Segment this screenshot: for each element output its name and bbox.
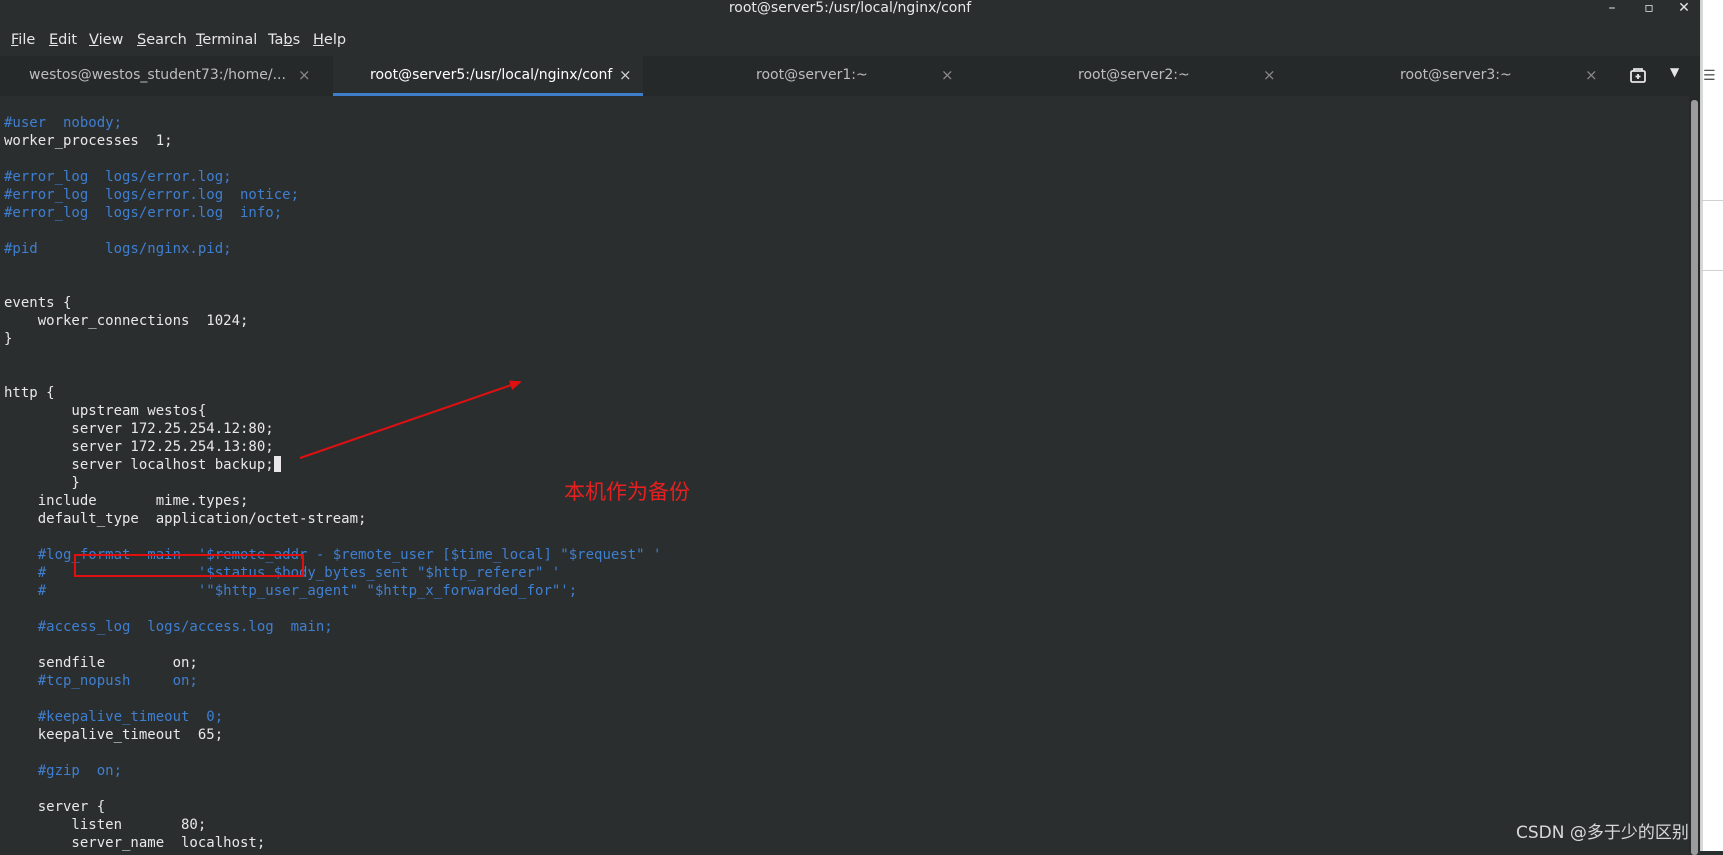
tab-label: root@server2:~ — [1078, 67, 1190, 83]
menu-search[interactable]: Search — [137, 32, 187, 48]
menu-file[interactable]: File — [11, 32, 35, 48]
tab-close-icon[interactable]: × — [619, 66, 632, 84]
menu-help[interactable]: Help — [313, 32, 346, 48]
tab-server2[interactable]: root@server2:~ × — [965, 56, 1287, 96]
tab-bar: westos@westos_student73:/home/... × root… — [0, 56, 1700, 97]
hamburger-icon: ☰ — [1703, 68, 1716, 84]
minimize-button[interactable]: – — [1600, 0, 1624, 18]
watermark: CSDN @多于少的区别 — [1516, 823, 1689, 843]
tab-close-icon[interactable]: × — [941, 66, 954, 84]
tab-server1[interactable]: root@server1:~ × — [643, 56, 965, 96]
title-bar: root@server5:/usr/local/nginx/conf – ▫ ✕ — [0, 0, 1700, 25]
tab-label: root@server1:~ — [756, 67, 868, 83]
menu-edit[interactable]: Edit — [49, 32, 77, 48]
tab-label: westos@westos_student73:/home/... — [29, 67, 286, 83]
annotation-arrow — [299, 380, 522, 459]
maximize-button[interactable]: ▫ — [1637, 0, 1661, 18]
new-tab-icon[interactable] — [1628, 65, 1650, 87]
tab-label: root@server3:~ — [1400, 67, 1512, 83]
background-window-edge: ☰ — [1700, 0, 1723, 851]
tab-menu-chevron-down-icon[interactable]: ▼ — [1670, 65, 1679, 79]
tab-label: root@server5:/usr/local/nginx/conf — [370, 67, 613, 83]
menu-terminal[interactable]: Terminal — [196, 32, 257, 48]
terminal-scrollbar[interactable] — [1689, 96, 1700, 855]
tab-server3[interactable]: root@server3:~ × — [1287, 56, 1610, 96]
scrollbar-thumb[interactable] — [1691, 100, 1698, 855]
close-window-button[interactable]: ✕ — [1672, 0, 1696, 18]
terminal-area[interactable]: #user nobody; worker_processes 1; #error_l… — [0, 96, 1690, 851]
tab-close-icon[interactable]: × — [298, 66, 311, 84]
annotation-label: 本机作为备份 — [564, 480, 690, 504]
menu-view[interactable]: View — [89, 32, 123, 48]
tab-close-icon[interactable]: × — [1263, 66, 1276, 84]
tab-close-icon[interactable]: × — [1585, 66, 1598, 84]
window-title: root@server5:/usr/local/nginx/conf — [728, 0, 972, 16]
menu-tabs[interactable]: Tabs — [268, 32, 300, 48]
tab-westos-student73[interactable]: westos@westos_student73:/home/... × — [0, 56, 333, 96]
tab-server5[interactable]: root@server5:/usr/local/nginx/conf × — [333, 56, 643, 96]
menu-bar: File Edit View Search Terminal Tabs Help — [0, 26, 1700, 56]
